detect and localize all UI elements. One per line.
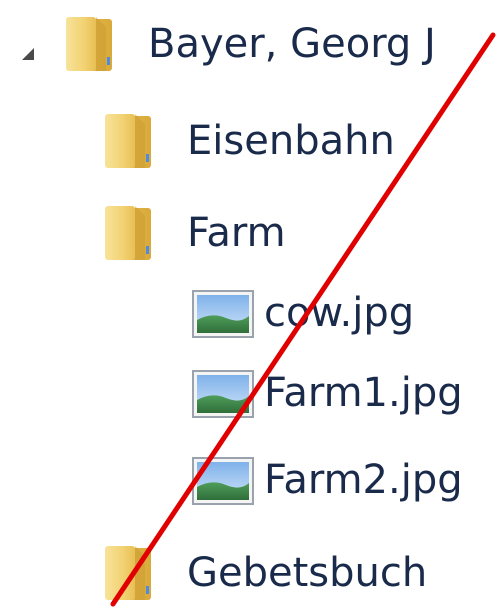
folder-icon: [99, 110, 161, 172]
tree-node-farm2-jpg[interactable]: Farm2.jpg: [0, 445, 504, 515]
tree-node-gebetsbuch[interactable]: Gebetsbuch: [0, 538, 504, 608]
folder-icon: [99, 202, 161, 264]
folder-icon: [60, 13, 122, 75]
tree-node-label: Gebetsbuch: [187, 550, 428, 596]
tree-node-cow-jpg[interactable]: cow.jpg: [0, 278, 504, 348]
expand-collapse-arrow-icon[interactable]: [22, 48, 34, 60]
tree-node-label: cow.jpg: [264, 290, 415, 336]
image-file-icon: [192, 370, 254, 418]
tree-node-eisenbahn[interactable]: Eisenbahn: [0, 106, 504, 176]
tree-node-farm1-jpg[interactable]: Farm1.jpg: [0, 358, 504, 428]
image-file-icon: [192, 290, 254, 338]
tree-node-label: Bayer, Georg J: [148, 21, 436, 67]
tree-node-label: Farm: [187, 210, 286, 256]
tree-node-bayer-georg-j[interactable]: Bayer, Georg J: [0, 9, 504, 79]
tree-node-farm[interactable]: Farm: [0, 198, 504, 268]
tree-node-label: Farm1.jpg: [264, 370, 463, 416]
folder-icon: [99, 542, 161, 604]
tree-node-label: Eisenbahn: [187, 118, 395, 164]
folder-tree: Bayer, Georg J Eisenbahn Farm cow.jpg Fa…: [0, 0, 504, 609]
tree-node-label: Farm2.jpg: [264, 457, 463, 503]
image-file-icon: [192, 457, 254, 505]
